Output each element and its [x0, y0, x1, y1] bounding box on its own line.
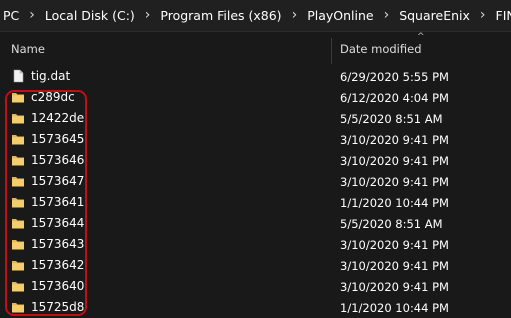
file-name: 1573646 — [31, 153, 85, 167]
file-name: 1573647 — [31, 174, 85, 188]
file-row[interactable]: 1573645 3/10/2020 9:41 PM — [0, 129, 511, 150]
file-icon — [11, 69, 25, 83]
file-name: 15725d8 — [31, 300, 85, 314]
breadcrumb-item-playonline[interactable]: PlayOnline — [303, 8, 377, 23]
folder-icon — [11, 90, 25, 104]
file-list: tig.dat 6/29/2020 5:55 PM c289dc 6/12/2020 … — [0, 66, 511, 318]
file-date-modified: 3/10/2020 9:41 PM — [340, 280, 449, 294]
breadcrumb-item-program-files[interactable]: Program Files (x86) — [156, 8, 285, 23]
folder-icon — [11, 216, 25, 230]
folder-icon — [11, 237, 25, 251]
file-date-modified: 3/10/2020 9:41 PM — [340, 175, 449, 189]
file-row[interactable]: 15725d8 1/1/2020 10:44 PM — [0, 297, 511, 318]
chevron-right-icon[interactable]: › — [139, 7, 157, 23]
folder-icon — [11, 153, 25, 167]
file-name: 1573640 — [31, 279, 85, 293]
address-bar[interactable]: PC › Local Disk (C:) › Program Files (x8… — [0, 0, 511, 32]
chevron-right-icon[interactable]: › — [23, 7, 41, 23]
file-row[interactable]: 1573646 3/10/2020 9:41 PM — [0, 150, 511, 171]
file-name: c289dc — [31, 90, 75, 104]
folder-icon — [11, 132, 25, 146]
folder-icon — [11, 111, 25, 125]
file-name: 12422de — [31, 111, 85, 125]
folder-icon — [11, 279, 25, 293]
file-date-modified: 3/10/2020 9:41 PM — [340, 154, 449, 168]
breadcrumb-item-pc[interactable]: PC — [0, 8, 23, 23]
file-date-modified: 5/5/2020 8:51 AM — [340, 112, 443, 126]
chevron-right-icon[interactable]: › — [378, 7, 396, 23]
file-name: 1573641 — [31, 195, 85, 209]
file-date-modified: 3/10/2020 9:41 PM — [340, 133, 449, 147]
folder-icon — [11, 300, 25, 314]
file-date-modified: 3/10/2020 9:41 PM — [340, 238, 449, 252]
sort-indicator-icon: ^ — [417, 32, 425, 42]
file-explorer-window: PC › Local Disk (C:) › Program Files (x8… — [0, 0, 511, 318]
folder-icon — [11, 258, 25, 272]
column-header-name[interactable]: Name — [11, 42, 45, 56]
breadcrumb-item-squareenix[interactable]: SquareEnix — [395, 8, 474, 23]
file-date-modified: 5/5/2020 8:51 AM — [340, 217, 443, 231]
file-date-modified: 3/10/2020 9:41 PM — [340, 259, 449, 273]
file-row[interactable]: 1573647 3/10/2020 9:41 PM — [0, 171, 511, 192]
file-row[interactable]: 1573641 1/1/2020 10:44 PM — [0, 192, 511, 213]
file-name: 1573645 — [31, 132, 85, 146]
file-date-modified: 6/29/2020 5:55 PM — [340, 70, 449, 84]
column-header-date-modified[interactable]: Date modified — [340, 42, 422, 56]
file-name: tig.dat — [31, 69, 71, 83]
file-row[interactable]: 1573640 3/10/2020 9:41 PM — [0, 276, 511, 297]
file-name: 1573643 — [31, 237, 85, 251]
breadcrumb-item-local-disk[interactable]: Local Disk (C:) — [41, 8, 139, 23]
file-row[interactable]: 1573644 5/5/2020 8:51 AM — [0, 213, 511, 234]
file-row[interactable]: c289dc 6/12/2020 4:04 PM — [0, 87, 511, 108]
file-name: 1573644 — [31, 216, 85, 230]
file-row[interactable]: 1573643 3/10/2020 9:41 PM — [0, 234, 511, 255]
file-date-modified: 1/1/2020 10:44 PM — [340, 196, 449, 210]
chevron-right-icon[interactable]: › — [474, 7, 492, 23]
file-date-modified: 6/12/2020 4:04 PM — [340, 91, 449, 105]
breadcrumb-item-final-fantasy[interactable]: FINAL FANTASY X — [492, 8, 511, 23]
file-name: 1573642 — [31, 258, 85, 272]
file-row[interactable]: 1573642 3/10/2020 9:41 PM — [0, 255, 511, 276]
folder-icon — [11, 174, 25, 188]
file-date-modified: 1/1/2020 10:44 PM — [340, 301, 449, 315]
file-row[interactable]: 12422de 5/5/2020 8:51 AM — [0, 108, 511, 129]
column-divider[interactable] — [331, 38, 332, 64]
chevron-right-icon[interactable]: › — [286, 7, 304, 23]
column-header: Name ^ Date modified — [0, 32, 511, 66]
folder-icon — [11, 195, 25, 209]
file-row[interactable]: tig.dat 6/29/2020 5:55 PM — [0, 66, 511, 87]
